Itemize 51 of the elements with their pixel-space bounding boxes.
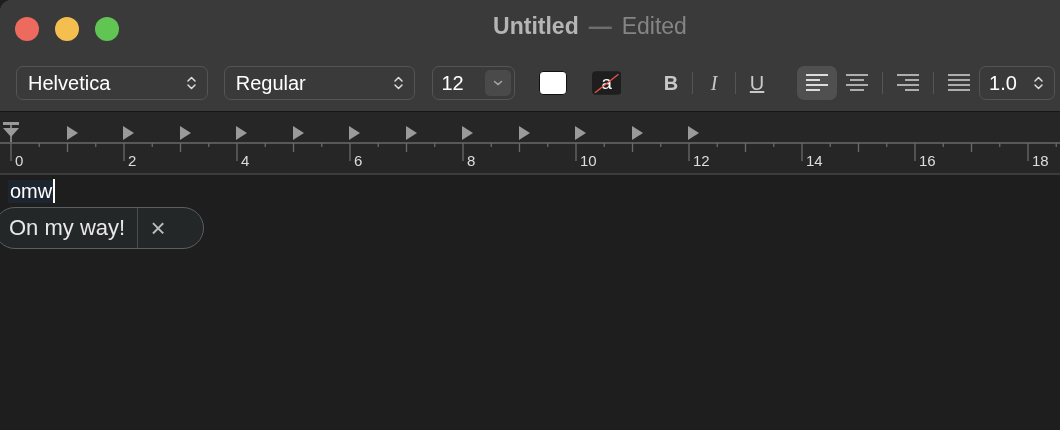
- tab-stop-icon: [179, 126, 192, 140]
- text-cursor: [53, 179, 56, 203]
- ruler-number: 14: [806, 152, 823, 169]
- underline-button[interactable]: U: [741, 71, 774, 95]
- tab-stop-icon: [66, 126, 79, 140]
- indent-marker-icon: [2, 122, 20, 142]
- align-center-icon: [846, 74, 869, 92]
- ruler-number: 8: [467, 152, 476, 169]
- ruler-number: 10: [580, 152, 597, 169]
- tab-stop-icon: [575, 126, 587, 140]
- align-justify-icon: [948, 74, 971, 92]
- edited-status: Edited: [621, 13, 687, 39]
- tab-stop-icon: [236, 126, 248, 140]
- font-size-field[interactable]: 12: [432, 66, 516, 100]
- tab-stop-icon: [631, 126, 644, 140]
- tab-stop-icon: [405, 126, 418, 140]
- autocorrect-suggestion[interactable]: On my way! ×: [0, 207, 204, 249]
- align-right-icon: [897, 74, 920, 92]
- text-color-well[interactable]: [539, 71, 567, 95]
- bold-button[interactable]: B: [655, 71, 688, 95]
- ruler-number: 4: [241, 152, 250, 169]
- tab-stop-icon: [518, 126, 531, 140]
- tab-stop-icon: [292, 126, 305, 140]
- tab-stop-icon: [688, 126, 700, 140]
- align-left-icon: [806, 74, 829, 92]
- tab-stop-icon: [349, 126, 361, 140]
- dismiss-button[interactable]: ×: [138, 212, 179, 244]
- tab-stop-icon: [462, 126, 474, 140]
- stepper-icon: [185, 75, 197, 91]
- font-style-popup[interactable]: Regular: [223, 66, 416, 100]
- ruler-number: 18: [1032, 152, 1049, 169]
- align-left-button[interactable]: [797, 66, 838, 100]
- suggestion-text[interactable]: On my way!: [0, 208, 139, 248]
- font-family-popup[interactable]: Helvetica: [16, 66, 208, 100]
- italic-button[interactable]: I: [698, 71, 731, 95]
- line-spacing-popup[interactable]: 1.0: [979, 66, 1055, 100]
- ruler-number: 0: [15, 152, 24, 169]
- minimize-button[interactable]: [55, 16, 79, 41]
- ruler-number: 12: [693, 152, 710, 169]
- title-separator: —: [588, 13, 612, 39]
- tab-stop-icon: [123, 126, 135, 140]
- stepper-icon: [1033, 75, 1044, 91]
- caret-icon: [493, 80, 504, 86]
- ruler-number: 6: [354, 152, 363, 169]
- ruler-number: 2: [128, 152, 137, 169]
- close-button[interactable]: [15, 16, 39, 41]
- window-title: Untitled: [493, 13, 579, 39]
- zoom-button[interactable]: [95, 16, 119, 41]
- stepper-icon: [393, 75, 405, 91]
- document-text: omw: [8, 179, 54, 203]
- ruler-number: 16: [919, 152, 936, 169]
